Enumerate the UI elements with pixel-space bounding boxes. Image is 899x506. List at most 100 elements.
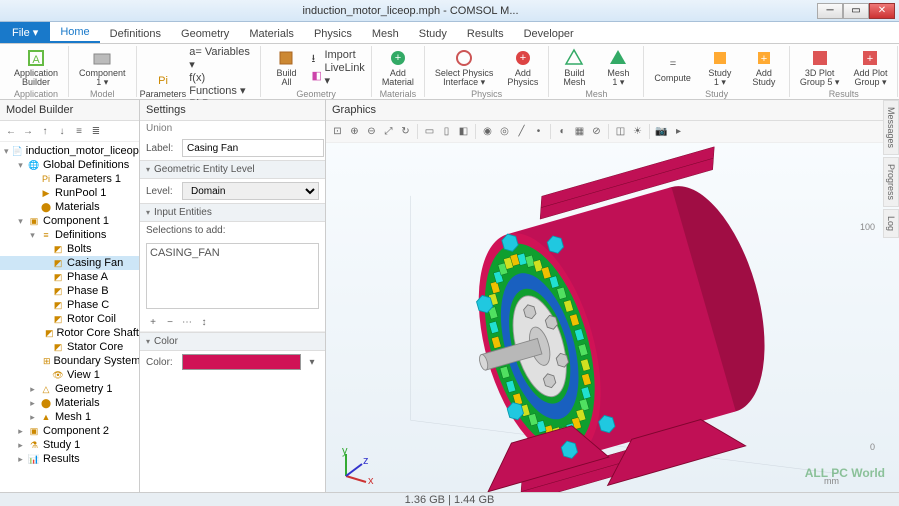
tree-node[interactable]: ⊞Boundary System 1 <box>0 354 139 368</box>
mb-expand-button[interactable]: ≡ <box>72 124 86 138</box>
file-menu[interactable]: File ▾ <box>0 22 50 43</box>
selections-list[interactable]: CASING_FAN <box>146 243 319 309</box>
tree-node[interactable]: ▶RunPool 1 <box>0 186 139 200</box>
close-button[interactable]: ✕ <box>869 3 895 19</box>
view-xy-button[interactable]: ▭ <box>422 124 437 139</box>
side-tab-progress[interactable]: Progress <box>883 157 899 207</box>
tab-definitions[interactable]: Definitions <box>100 25 171 43</box>
sel-add-button[interactable]: + <box>146 315 160 329</box>
section-geometric-entity[interactable]: Geometric Entity Level <box>140 160 325 179</box>
rotate-button[interactable]: ↻ <box>398 124 413 139</box>
tree-node[interactable]: ◩Rotor Core Shaft <box>0 326 139 340</box>
variables-button[interactable]: a= Variables ▾ <box>189 46 254 71</box>
minimize-button[interactable]: ─ <box>817 3 843 19</box>
tree-node[interactable]: ▸▲Mesh 1 <box>0 410 139 424</box>
side-tab-messages[interactable]: Messages <box>883 100 899 155</box>
build-mesh-button[interactable]: Build Mesh <box>555 46 593 89</box>
level-select[interactable]: Domain <box>182 182 319 200</box>
tree-toggle-icon[interactable]: ▸ <box>16 454 25 465</box>
color-swatch[interactable] <box>182 354 301 370</box>
add-material-button[interactable]: + Add Material <box>378 46 418 89</box>
tree-toggle-icon[interactable]: ▸ <box>28 384 37 395</box>
tree-node[interactable]: ◩Bolts <box>0 242 139 256</box>
clip-plane-button[interactable]: ◫ <box>613 124 628 139</box>
functions-button[interactable]: f(x) Functions ▾ <box>189 72 254 97</box>
tree-node[interactable]: ◩Casing Fan <box>0 256 139 270</box>
tab-developer[interactable]: Developer <box>514 25 584 43</box>
graphics-viewport[interactable]: x y z 0 100 mm ALL PC World <box>326 142 899 492</box>
select-dom-button[interactable]: ◉ <box>480 124 495 139</box>
mb-up-button[interactable]: ↑ <box>38 124 52 138</box>
sel-browse-button[interactable]: ⋯ <box>180 315 194 329</box>
tree-node[interactable]: ◩Rotor Coil <box>0 312 139 326</box>
transparency-button[interactable]: ◐ <box>555 124 570 139</box>
section-input-entities[interactable]: Input Entities <box>140 203 325 222</box>
select-point-button[interactable]: • <box>531 124 546 139</box>
lighting-button[interactable]: ☀ <box>630 124 645 139</box>
sel-remove-button[interactable]: − <box>163 315 177 329</box>
zoom-box-button[interactable]: ⊡ <box>330 124 345 139</box>
select-bnd-button[interactable]: ◎ <box>497 124 512 139</box>
add-physics-button[interactable]: + Add Physics <box>503 46 542 89</box>
mb-back-button[interactable]: ← <box>4 124 18 138</box>
zoom-in-button[interactable]: ⊕ <box>347 124 362 139</box>
tree-node[interactable]: ▸△Geometry 1 <box>0 382 139 396</box>
tab-study[interactable]: Study <box>409 25 457 43</box>
tree-node[interactable]: ▸📊Results <box>0 452 139 466</box>
tree-toggle-icon[interactable]: ▾ <box>28 230 37 241</box>
zoom-extents-button[interactable]: ⤢ <box>381 124 396 139</box>
mb-fwd-button[interactable]: → <box>21 124 35 138</box>
application-builder-button[interactable]: A Application Builder <box>10 46 62 89</box>
tree-toggle-icon[interactable]: ▸ <box>28 412 37 423</box>
tree-node[interactable]: ◩Stator Core <box>0 340 139 354</box>
tree-node[interactable]: ▾🌐Global Definitions <box>0 158 139 172</box>
study1-button[interactable]: Study 1 ▾ <box>701 46 739 89</box>
component-button[interactable]: Component 1 ▾ <box>75 46 130 89</box>
wireframe-button[interactable]: ▦ <box>572 124 587 139</box>
import-button[interactable]: ⭳Import <box>311 49 364 61</box>
model-tree[interactable]: ▾📄induction_motor_liceop.mph▾🌐Global Def… <box>0 142 139 492</box>
maximize-button[interactable]: ▭ <box>843 3 869 19</box>
label-input[interactable] <box>182 139 324 157</box>
view-xz-button[interactable]: ◧ <box>456 124 471 139</box>
zoom-out-button[interactable]: ⊖ <box>364 124 379 139</box>
tree-toggle-icon[interactable]: ▾ <box>16 216 25 227</box>
tree-node[interactable]: ◩Phase B <box>0 284 139 298</box>
tree-node[interactable]: ▾▣Component 1 <box>0 214 139 228</box>
screenshot-button[interactable]: 📷 <box>654 124 669 139</box>
select-physics-button[interactable]: Select Physics Interface ▾ <box>431 46 498 89</box>
tab-home[interactable]: Home <box>50 23 99 43</box>
tree-node[interactable]: ▾≡Definitions <box>0 228 139 242</box>
view-yz-button[interactable]: ▯ <box>439 124 454 139</box>
tab-mesh[interactable]: Mesh <box>362 25 409 43</box>
tree-node[interactable]: ◩Phase A <box>0 270 139 284</box>
tree-toggle-icon[interactable]: ▸ <box>28 398 37 409</box>
livelink-button[interactable]: ◧LiveLink ▾ <box>311 62 364 87</box>
tree-node[interactable]: ⬤Materials <box>0 200 139 214</box>
mb-collapse-button[interactable]: ≣ <box>89 124 103 138</box>
side-tab-log[interactable]: Log <box>883 209 899 238</box>
3d-plot-group-button[interactable]: 3D Plot Group 5 ▾ <box>796 46 844 89</box>
mesh1-button[interactable]: Mesh 1 ▾ <box>599 46 637 89</box>
compute-button[interactable]: = Compute <box>650 46 695 89</box>
tab-physics[interactable]: Physics <box>304 25 362 43</box>
tree-node[interactable]: ▸▣Component 2 <box>0 424 139 438</box>
section-color[interactable]: Color <box>140 332 325 351</box>
tree-node[interactable]: ▾📄induction_motor_liceop.mph <box>0 144 139 158</box>
animation-button[interactable]: ▸ <box>671 124 686 139</box>
mb-down-button[interactable]: ↓ <box>55 124 69 138</box>
tree-node[interactable]: ◩Phase C <box>0 298 139 312</box>
tab-geometry[interactable]: Geometry <box>171 25 239 43</box>
hide-button[interactable]: ⊘ <box>589 124 604 139</box>
select-edge-button[interactable]: ╱ <box>514 124 529 139</box>
tree-node[interactable]: PiParameters 1 <box>0 172 139 186</box>
tree-node[interactable]: ▸⚗Study 1 <box>0 438 139 452</box>
tree-node[interactable]: ▸⬤Materials <box>0 396 139 410</box>
tab-results[interactable]: Results <box>457 25 514 43</box>
tree-toggle-icon[interactable]: ▸ <box>16 440 25 451</box>
color-dropdown-icon[interactable]: ▾ <box>305 355 319 369</box>
tree-toggle-icon[interactable]: ▸ <box>16 426 25 437</box>
add-study-button[interactable]: + Add Study <box>745 46 783 89</box>
tree-node[interactable]: 👁View 1 <box>0 368 139 382</box>
tree-toggle-icon[interactable]: ▾ <box>4 146 9 157</box>
